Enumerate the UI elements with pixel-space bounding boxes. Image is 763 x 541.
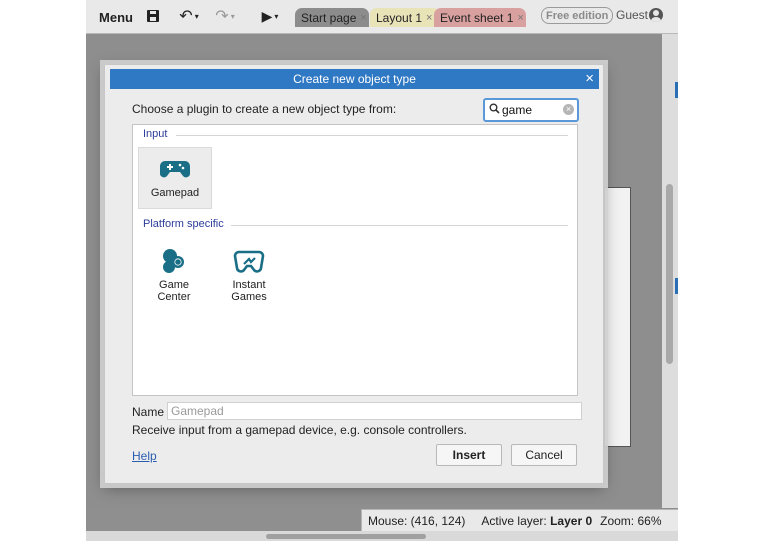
horizontal-scrollbar[interactable] xyxy=(86,531,678,541)
plugin-label: Game xyxy=(159,279,189,291)
category-divider xyxy=(231,225,568,226)
instant-games-icon xyxy=(233,250,265,273)
scrollbar-thumb[interactable] xyxy=(666,184,673,364)
cancel-button[interactable]: Cancel xyxy=(511,444,577,466)
plugin-instant-games[interactable]: Instant Games xyxy=(213,240,285,310)
vertical-scrollbar[interactable] xyxy=(662,34,678,508)
plugin-label-line2: Center xyxy=(157,291,191,303)
status-bar: Mouse: (416, 124) Active layer: Layer 0 … xyxy=(361,509,678,533)
active-layer-caption: Active layer: xyxy=(481,514,547,528)
tab-layout-1[interactable]: Layout 1 × xyxy=(370,8,440,27)
clear-search-icon[interactable]: × xyxy=(563,104,574,115)
search-icon xyxy=(489,103,500,114)
edition-badge[interactable]: Free edition xyxy=(541,7,614,24)
redo-icon: ↷ xyxy=(215,8,229,25)
plugin-description: Receive input from a gamepad device, e.g… xyxy=(132,423,467,437)
chevron-down-icon[interactable]: ▾ xyxy=(274,12,278,21)
plugin-game-center[interactable]: Game Center xyxy=(138,240,210,310)
menu-button[interactable]: Menu xyxy=(92,5,140,29)
tab-label: Layout 1 xyxy=(376,10,423,25)
undo-icon: ↶ xyxy=(179,8,193,25)
scrollbar-thumb[interactable] xyxy=(266,534,426,539)
plugin-label: Gamepad xyxy=(150,187,200,199)
tab-label: Event sheet 1 xyxy=(440,10,514,25)
plugin-label-line2: Games xyxy=(231,291,267,303)
zoom-level: Zoom: 66% xyxy=(600,514,662,528)
close-icon[interactable]: × xyxy=(360,12,366,24)
close-icon[interactable]: × xyxy=(585,70,594,87)
tab-label: Start page xyxy=(301,10,357,25)
active-layer-value[interactable]: Layer 0 xyxy=(550,514,592,528)
undo-button[interactable]: ↶ ▾ xyxy=(174,5,204,27)
search-input[interactable] xyxy=(502,102,558,118)
name-field[interactable]: Gamepad xyxy=(167,402,582,420)
tab-event-sheet-1[interactable]: Event sheet 1 × xyxy=(434,8,526,27)
side-bar-accent xyxy=(675,82,678,98)
plugin-list[interactable]: Input Gamepad Platform specific Game Cen… xyxy=(132,124,578,396)
plugin-prompt: Choose a plugin to create a new object t… xyxy=(132,102,397,116)
tab-start-page[interactable]: Start page × xyxy=(295,8,369,27)
preview-button[interactable]: ▶ ▾ xyxy=(254,5,286,27)
side-bar-accent xyxy=(675,278,678,294)
plugin-gamepad[interactable]: Gamepad xyxy=(138,147,212,209)
active-layer-label: Active layer: Layer 0 xyxy=(473,514,592,528)
chevron-down-icon[interactable]: ▾ xyxy=(231,12,235,21)
plugin-label: Instant xyxy=(232,279,266,291)
user-icon[interactable] xyxy=(649,8,663,22)
play-icon: ▶ xyxy=(261,7,273,24)
dialog-titlebar: Create new object type × xyxy=(110,69,599,89)
user-label[interactable]: Guest xyxy=(616,8,648,22)
game-center-icon xyxy=(163,249,184,273)
chevron-down-icon[interactable]: ▾ xyxy=(195,12,199,21)
redo-button[interactable]: ↷ ▾ xyxy=(210,5,240,27)
plugin-search[interactable]: × xyxy=(483,98,579,122)
category-divider xyxy=(176,135,568,136)
name-label: Name xyxy=(132,405,165,419)
close-icon[interactable]: × xyxy=(517,12,523,24)
layout-area xyxy=(604,187,631,447)
main-toolbar: Menu ↶ ▾ ↷ ▾ ▶ ▾ Start page × Layout 1 × Ev… xyxy=(86,0,678,34)
category-input: Input xyxy=(143,128,168,140)
close-icon[interactable]: × xyxy=(426,12,432,24)
help-link[interactable]: Help xyxy=(132,449,157,463)
insert-button[interactable]: Insert xyxy=(436,444,502,466)
gamepad-icon xyxy=(159,161,191,178)
dialog-title: Create new object type xyxy=(293,72,416,86)
category-platform-specific: Platform specific xyxy=(143,218,224,230)
create-object-dialog: Create new object type × Choose a plugin… xyxy=(104,64,604,484)
mouse-position: Mouse: (416, 124) xyxy=(368,514,466,528)
save-icon[interactable] xyxy=(144,5,162,27)
